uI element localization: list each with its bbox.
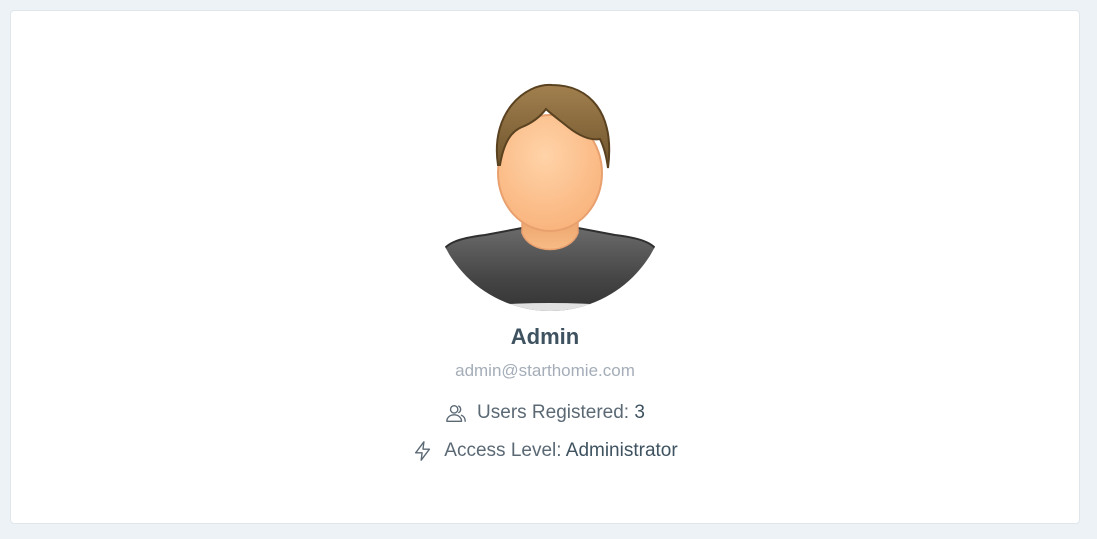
avatar [440,73,660,313]
users-icon [445,402,467,424]
lightning-icon [412,440,434,462]
access-level-stat: Access Level: Administrator [11,440,1079,468]
access-level-label: Access Level: [444,440,562,461]
users-registered-value: 3 [634,402,645,423]
users-registered-stat: Users Registered: 3 [11,402,1079,430]
users-registered-label: Users Registered: [477,402,630,423]
profile-email: admin@starthomie.com [455,361,635,380]
profile-card: Admin admin@starthomie.com Users Registe… [10,10,1080,524]
access-level-value: Administrator [565,440,678,461]
profile-name: Admin [510,324,580,349]
